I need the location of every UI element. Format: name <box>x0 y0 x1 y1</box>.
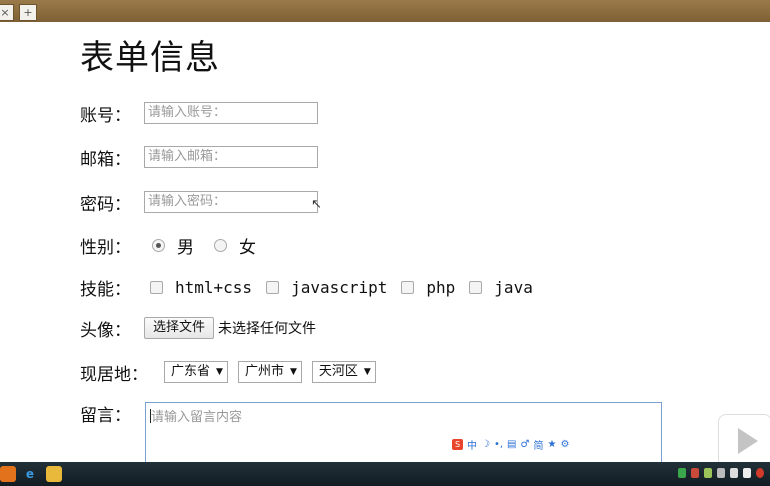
ime-toolbar[interactable]: S 中 ☽ •, ▤ ♂ 简 ★ ⚙ <box>452 436 569 453</box>
skill-java-label: java <box>494 277 533 297</box>
ime-logo-icon[interactable]: S <box>452 439 463 450</box>
email-label: 邮箱： <box>80 149 131 170</box>
system-tray <box>678 468 764 478</box>
gender-female-label: 女 <box>239 237 256 258</box>
ime-item[interactable]: ★ <box>547 439 556 450</box>
ime-item[interactable]: ▤ <box>507 439 516 450</box>
ime-item[interactable]: ⚙ <box>560 439 569 450</box>
skill-php-checkbox[interactable] <box>401 280 415 294</box>
location-label: 现居地： <box>80 364 148 385</box>
new-tab-button[interactable]: + <box>19 4 37 21</box>
skill-php-label: php <box>426 277 456 297</box>
avatar-label: 头像： <box>80 320 131 341</box>
tray-icon[interactable] <box>743 468 751 478</box>
skill-java-checkbox[interactable] <box>469 280 483 294</box>
skill-javascript-checkbox[interactable] <box>266 280 280 294</box>
message-textarea[interactable]: 请输入留言内容 <box>145 402 662 464</box>
province-select[interactable]: 广东省 ▼ <box>164 361 228 383</box>
ime-item[interactable]: •, <box>494 439 503 450</box>
play-icon[interactable] <box>718 414 770 468</box>
message-label: 留言： <box>80 405 131 426</box>
skill-javascript-label: javascript <box>291 277 388 297</box>
district-value: 天河区 <box>318 364 358 379</box>
skill-html-css-checkbox[interactable] <box>150 280 163 294</box>
page-title: 表单信息 <box>80 38 220 78</box>
email-row: 邮箱： 请输入邮箱： <box>80 144 318 170</box>
password-input[interactable]: 请输入密码： <box>144 191 318 213</box>
ime-item[interactable]: ♂ <box>521 439 530 450</box>
ime-item[interactable]: 简 <box>533 437 543 452</box>
account-row: 账号： 请输入账号： <box>80 100 318 126</box>
choose-file-button[interactable]: 选择文件 <box>144 317 215 339</box>
gender-female-radio[interactable] <box>214 238 227 252</box>
tray-icon[interactable] <box>717 468 725 478</box>
folder-icon[interactable] <box>46 466 62 482</box>
province-value: 广东省 <box>171 364 211 379</box>
start-button-icon[interactable] <box>0 466 16 482</box>
district-select[interactable]: 天河区 ▼ <box>311 361 376 383</box>
city-select[interactable]: 广州市 ▼ <box>237 361 302 383</box>
tray-icon[interactable] <box>730 468 738 478</box>
email-input[interactable]: 请输入邮箱： <box>144 146 318 168</box>
location-row: 现居地： 广东省 ▼ 广州市 ▼ 天河区 ▼ <box>80 359 386 385</box>
gender-male-radio[interactable] <box>152 238 165 252</box>
chevron-down-icon: ▼ <box>289 367 297 377</box>
account-input[interactable]: 请输入账号： <box>144 102 318 124</box>
chevron-down-icon: ▼ <box>363 367 371 377</box>
avatar-row: 头像： 选择文件 未选择任何文件 <box>80 315 316 341</box>
file-status-text: 未选择任何文件 <box>218 321 317 337</box>
ie-browser-icon[interactable]: e <box>22 466 38 482</box>
gender-row: 性别： 男 女 <box>80 232 276 258</box>
ime-item[interactable]: 中 <box>467 437 477 452</box>
account-label: 账号： <box>80 105 131 126</box>
mouse-pointer-icon: ↖ <box>311 197 322 212</box>
skills-row: 技能： html+css javascript php java <box>80 274 547 300</box>
gender-label: 性别： <box>80 237 131 258</box>
tray-icon[interactable] <box>756 468 764 478</box>
message-row: 留言： <box>80 400 144 426</box>
tray-icon[interactable] <box>678 468 686 478</box>
chevron-down-icon: ▼ <box>216 367 223 377</box>
password-row: 密码： 请输入密码： <box>80 189 318 215</box>
skill-html-css-label: html+css <box>175 277 253 297</box>
message-placeholder: 请输入留言内容 <box>151 410 243 425</box>
tray-icon[interactable] <box>704 468 712 478</box>
taskbar: e <box>0 462 770 486</box>
gender-male-label: 男 <box>177 237 194 258</box>
ime-item[interactable]: ☽ <box>481 439 490 450</box>
browser-tab-strip: × + <box>0 0 770 22</box>
tab-close-button[interactable]: × <box>0 4 14 21</box>
city-value: 广州市 <box>244 364 284 379</box>
password-label: 密码： <box>80 194 131 215</box>
tray-icon[interactable] <box>691 468 699 478</box>
skills-label: 技能： <box>80 279 131 300</box>
